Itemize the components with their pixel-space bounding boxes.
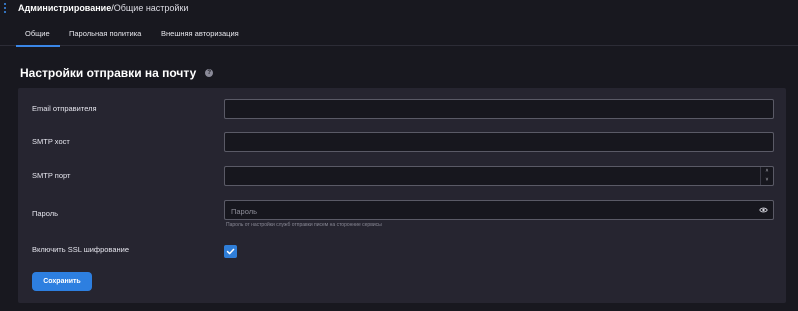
mail-settings-card: Email отправителя SMTP хост SMTP порт ˄ … [18,88,786,303]
checkmark-icon [226,248,235,255]
breadcrumb-section[interactable]: Администрирование [18,3,111,13]
top-header: Администрирование/Общие настройки [0,0,798,16]
smtp-port-label: SMTP порт [32,171,71,180]
smtp-host-field[interactable] [224,132,774,153]
smtp-host-label: SMTP хост [32,137,70,146]
port-stepper[interactable]: ˄ ˅ [760,167,773,185]
stepper-up-icon[interactable]: ˄ [761,167,773,176]
sender-email-label: Email отправителя [32,104,97,113]
tab-bar: Общие Парольная политика Внешняя авториз… [0,24,798,47]
stepper-down-icon[interactable]: ˅ [761,176,773,185]
smtp-host-input[interactable] [225,134,773,153]
menu-dots-icon[interactable] [4,3,7,14]
password-input[interactable] [225,202,773,221]
section-header: Настройки отправки на почту? [20,64,214,80]
smtp-port-input[interactable] [225,168,773,187]
tab-general[interactable]: Общие [16,29,60,47]
tab-external-auth[interactable]: Внешняя авторизация [161,29,239,39]
smtp-port-field[interactable]: ˄ ˅ [224,166,774,187]
save-button[interactable]: Сохранить [32,272,92,291]
breadcrumb-current-page: Общие настройки [113,3,189,13]
sender-email-input[interactable] [225,101,773,120]
help-icon[interactable]: ? [205,68,214,77]
password-field[interactable] [224,200,774,221]
sender-email-field[interactable] [224,99,774,120]
password-label: Пароль [32,209,59,218]
password-hint: Пароль от настройки служб отправки писем… [226,222,382,228]
ssl-label: Включить SSL шифрование [32,245,130,254]
tab-password-policy[interactable]: Парольная политика [69,29,141,39]
eye-icon[interactable] [759,206,768,214]
breadcrumb: Администрирование/Общие настройки [18,2,188,14]
section-title: Настройки отправки на почту [20,65,197,80]
ssl-checkbox[interactable] [224,245,237,258]
